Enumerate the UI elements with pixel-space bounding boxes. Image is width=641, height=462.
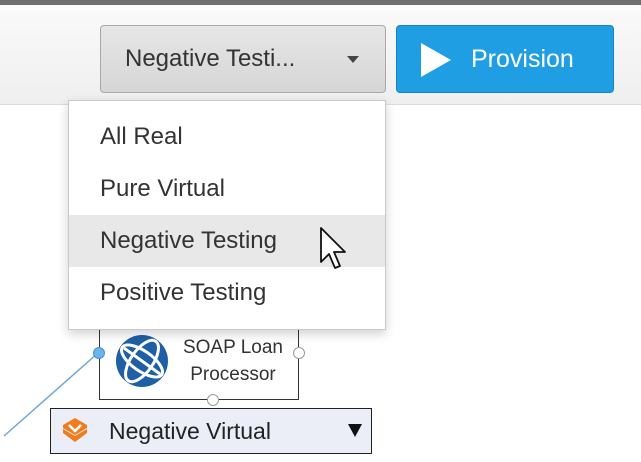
menu-item-label: All Real	[100, 123, 183, 150]
caret-down-icon	[347, 56, 359, 63]
menu-item-label: Pure Virtual	[100, 175, 225, 202]
provision-label: Provision	[471, 45, 574, 73]
virtual-service-icon	[63, 418, 87, 442]
menu-item-label: Negative Testing	[100, 227, 277, 254]
virtualization-mode-select[interactable]: Negative Virtual	[50, 408, 372, 454]
mouse-cursor-icon	[320, 227, 346, 269]
node-port-right[interactable]	[293, 347, 305, 359]
caret-down-icon	[348, 424, 362, 437]
virtualization-mode-value: Negative Virtual	[109, 417, 271, 444]
configuration-select-value: Negative Testi...	[125, 45, 296, 72]
menu-item-label: Positive Testing	[100, 279, 267, 306]
menu-item-positive-testing[interactable]: Positive Testing	[69, 267, 385, 319]
provision-button[interactable]: Provision	[396, 25, 614, 93]
node-label-line1: SOAP Loan	[182, 337, 283, 358]
node-port-bottom[interactable]	[207, 394, 219, 406]
node-label-line2: Processor	[190, 364, 276, 385]
configuration-select[interactable]: Negative Testi...	[100, 25, 386, 93]
menu-item-pure-virtual[interactable]: Pure Virtual	[69, 163, 385, 215]
menu-item-all-real[interactable]: All Real	[69, 111, 385, 163]
play-icon	[421, 43, 451, 77]
globe-icon	[116, 335, 168, 387]
node-label: SOAP Loan Processor	[168, 334, 298, 388]
configuration-dropdown-menu: All Real Pure Virtual Negative Testing P…	[68, 100, 386, 330]
node-port-left[interactable]	[93, 347, 105, 359]
